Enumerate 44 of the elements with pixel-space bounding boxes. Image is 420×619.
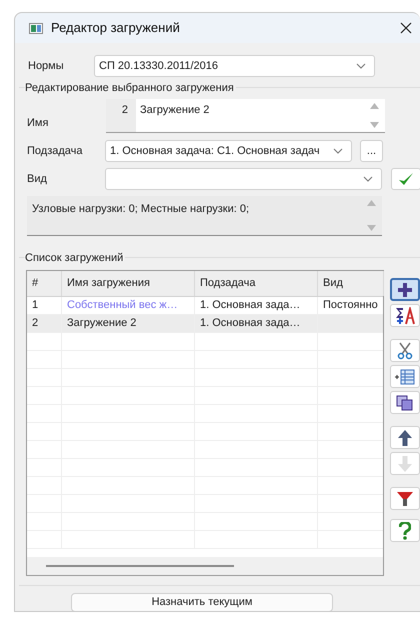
down-arrow-icon [398,456,412,472]
field-label: Нормы [27,58,65,74]
table-cell-text: Загружение 2 [67,316,136,332]
scrollbar-thumb[interactable] [46,565,234,567]
group-title: Список загружений [25,250,126,266]
table-cell-text: Постоянно [323,298,378,314]
table-cell-text: Собственный вес ж… [67,298,178,314]
norms-dropdown[interactable]: СП 20.13330.2011/2016 [94,55,375,77]
info-text: Узловые нагрузки: 0; Местные нагрузки: 0; [31,202,250,217]
table-cell-text: 1. Основная зада… [200,316,300,332]
table-cell-text: 1. Основная зада… [200,298,300,314]
check-icon [398,172,414,186]
up-arrow-icon [398,430,412,446]
column-header[interactable]: # [27,271,62,296]
column-header[interactable]: Имя загружения [62,271,195,296]
table-row[interactable]: 2 Загружение 2 1. Основная зада… [27,315,383,333]
group-title: Редактирование выбранного загружения [25,80,236,96]
assign-button[interactable]: Назначить текущим [71,593,333,611]
close-icon[interactable] [400,22,412,34]
toolbar-button[interactable] [390,278,420,301]
sum-icon [395,306,415,324]
filter-icon [397,490,413,506]
number-cell: 2 [106,99,136,133]
chevron-icon [363,176,373,182]
chevron-icon [333,148,343,154]
insert-row-icon [395,368,415,384]
field-label: Подзадача [27,144,84,159]
chevron-icon [356,63,366,69]
subtask-dropdown[interactable]: 1. Основная задача: С1. Основная задач [105,140,352,162]
column-header[interactable]: Вид [318,271,384,296]
plus-icon [397,282,413,298]
scissors-icon [397,342,413,360]
apply-button[interactable] [391,168,420,190]
table-cell-text: 1 [32,298,38,314]
field-label: Вид [27,172,48,187]
app-icon [29,22,43,34]
table-row[interactable]: 1 Собственный вес ж… 1. Основная зада… Постоянно [27,297,383,315]
copy-icon [396,394,414,410]
question-icon [399,522,411,540]
table-cell-text: 2 [32,316,38,332]
field-label: Имя [27,116,50,130]
more-button[interactable]: ... [360,140,383,162]
column-header[interactable]: Подзадача [195,271,318,296]
window-title: Редактор загружений [51,19,180,38]
